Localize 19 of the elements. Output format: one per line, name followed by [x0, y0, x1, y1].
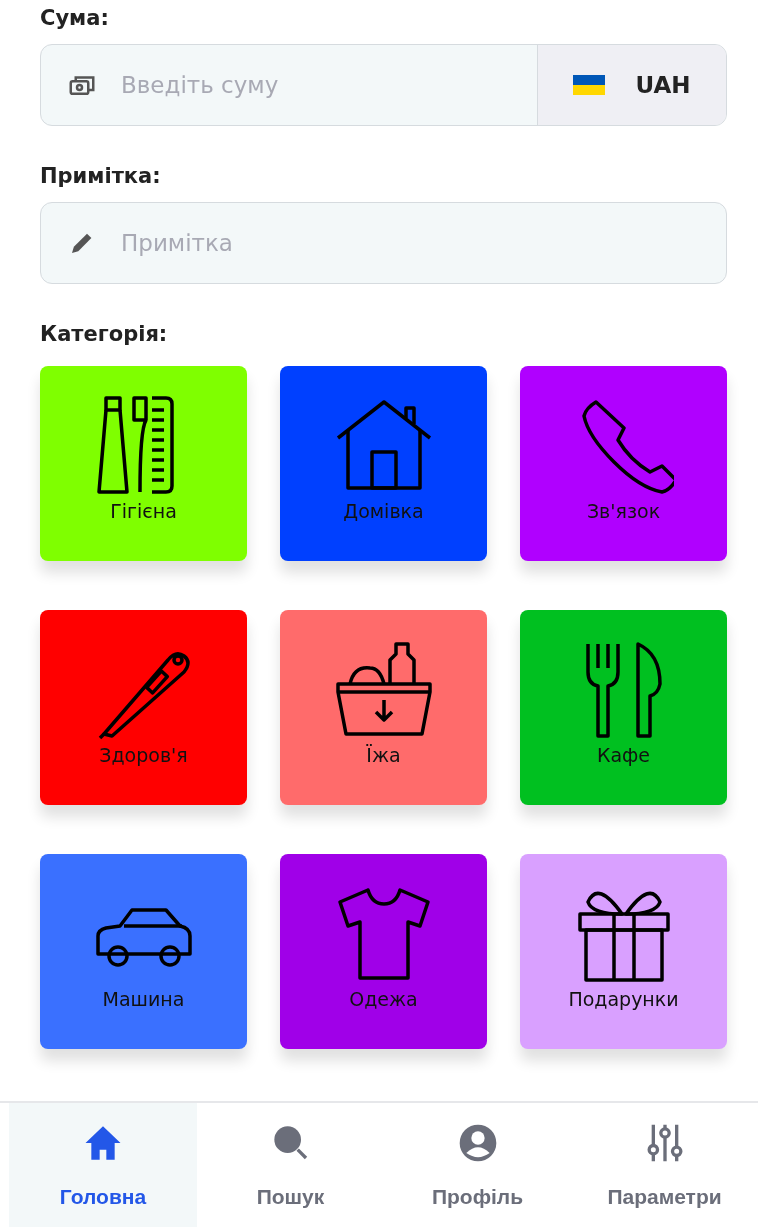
- profile-icon: [457, 1123, 498, 1163]
- note-field[interactable]: Примітка: [40, 202, 727, 284]
- currency-selector[interactable]: UAH: [537, 45, 726, 125]
- note-input[interactable]: Примітка: [119, 229, 726, 257]
- category-tile[interactable]: Домівка: [280, 366, 487, 561]
- field-label: Категорія:: [40, 322, 169, 346]
- field-label: Сума:: [40, 6, 110, 30]
- field-label: Примітка:: [40, 164, 162, 188]
- category-tile[interactable]: Здоров'я: [40, 610, 247, 805]
- flag-icon: [573, 75, 606, 95]
- category-tile[interactable]: Їжа: [280, 610, 487, 805]
- category-tile[interactable]: Гігієна: [40, 366, 247, 561]
- category-tile[interactable]: Зв'язок: [520, 366, 727, 561]
- amount-input[interactable]: Введіть суму: [119, 71, 537, 99]
- nav-tab[interactable]: Головна: [9, 1103, 197, 1227]
- category-tile[interactable]: Кафе: [520, 610, 727, 805]
- category-tile[interactable]: Подарунки: [520, 854, 727, 1049]
- category-tile[interactable]: Машина: [40, 854, 247, 1049]
- category-tile[interactable]: Одежа: [280, 854, 487, 1049]
